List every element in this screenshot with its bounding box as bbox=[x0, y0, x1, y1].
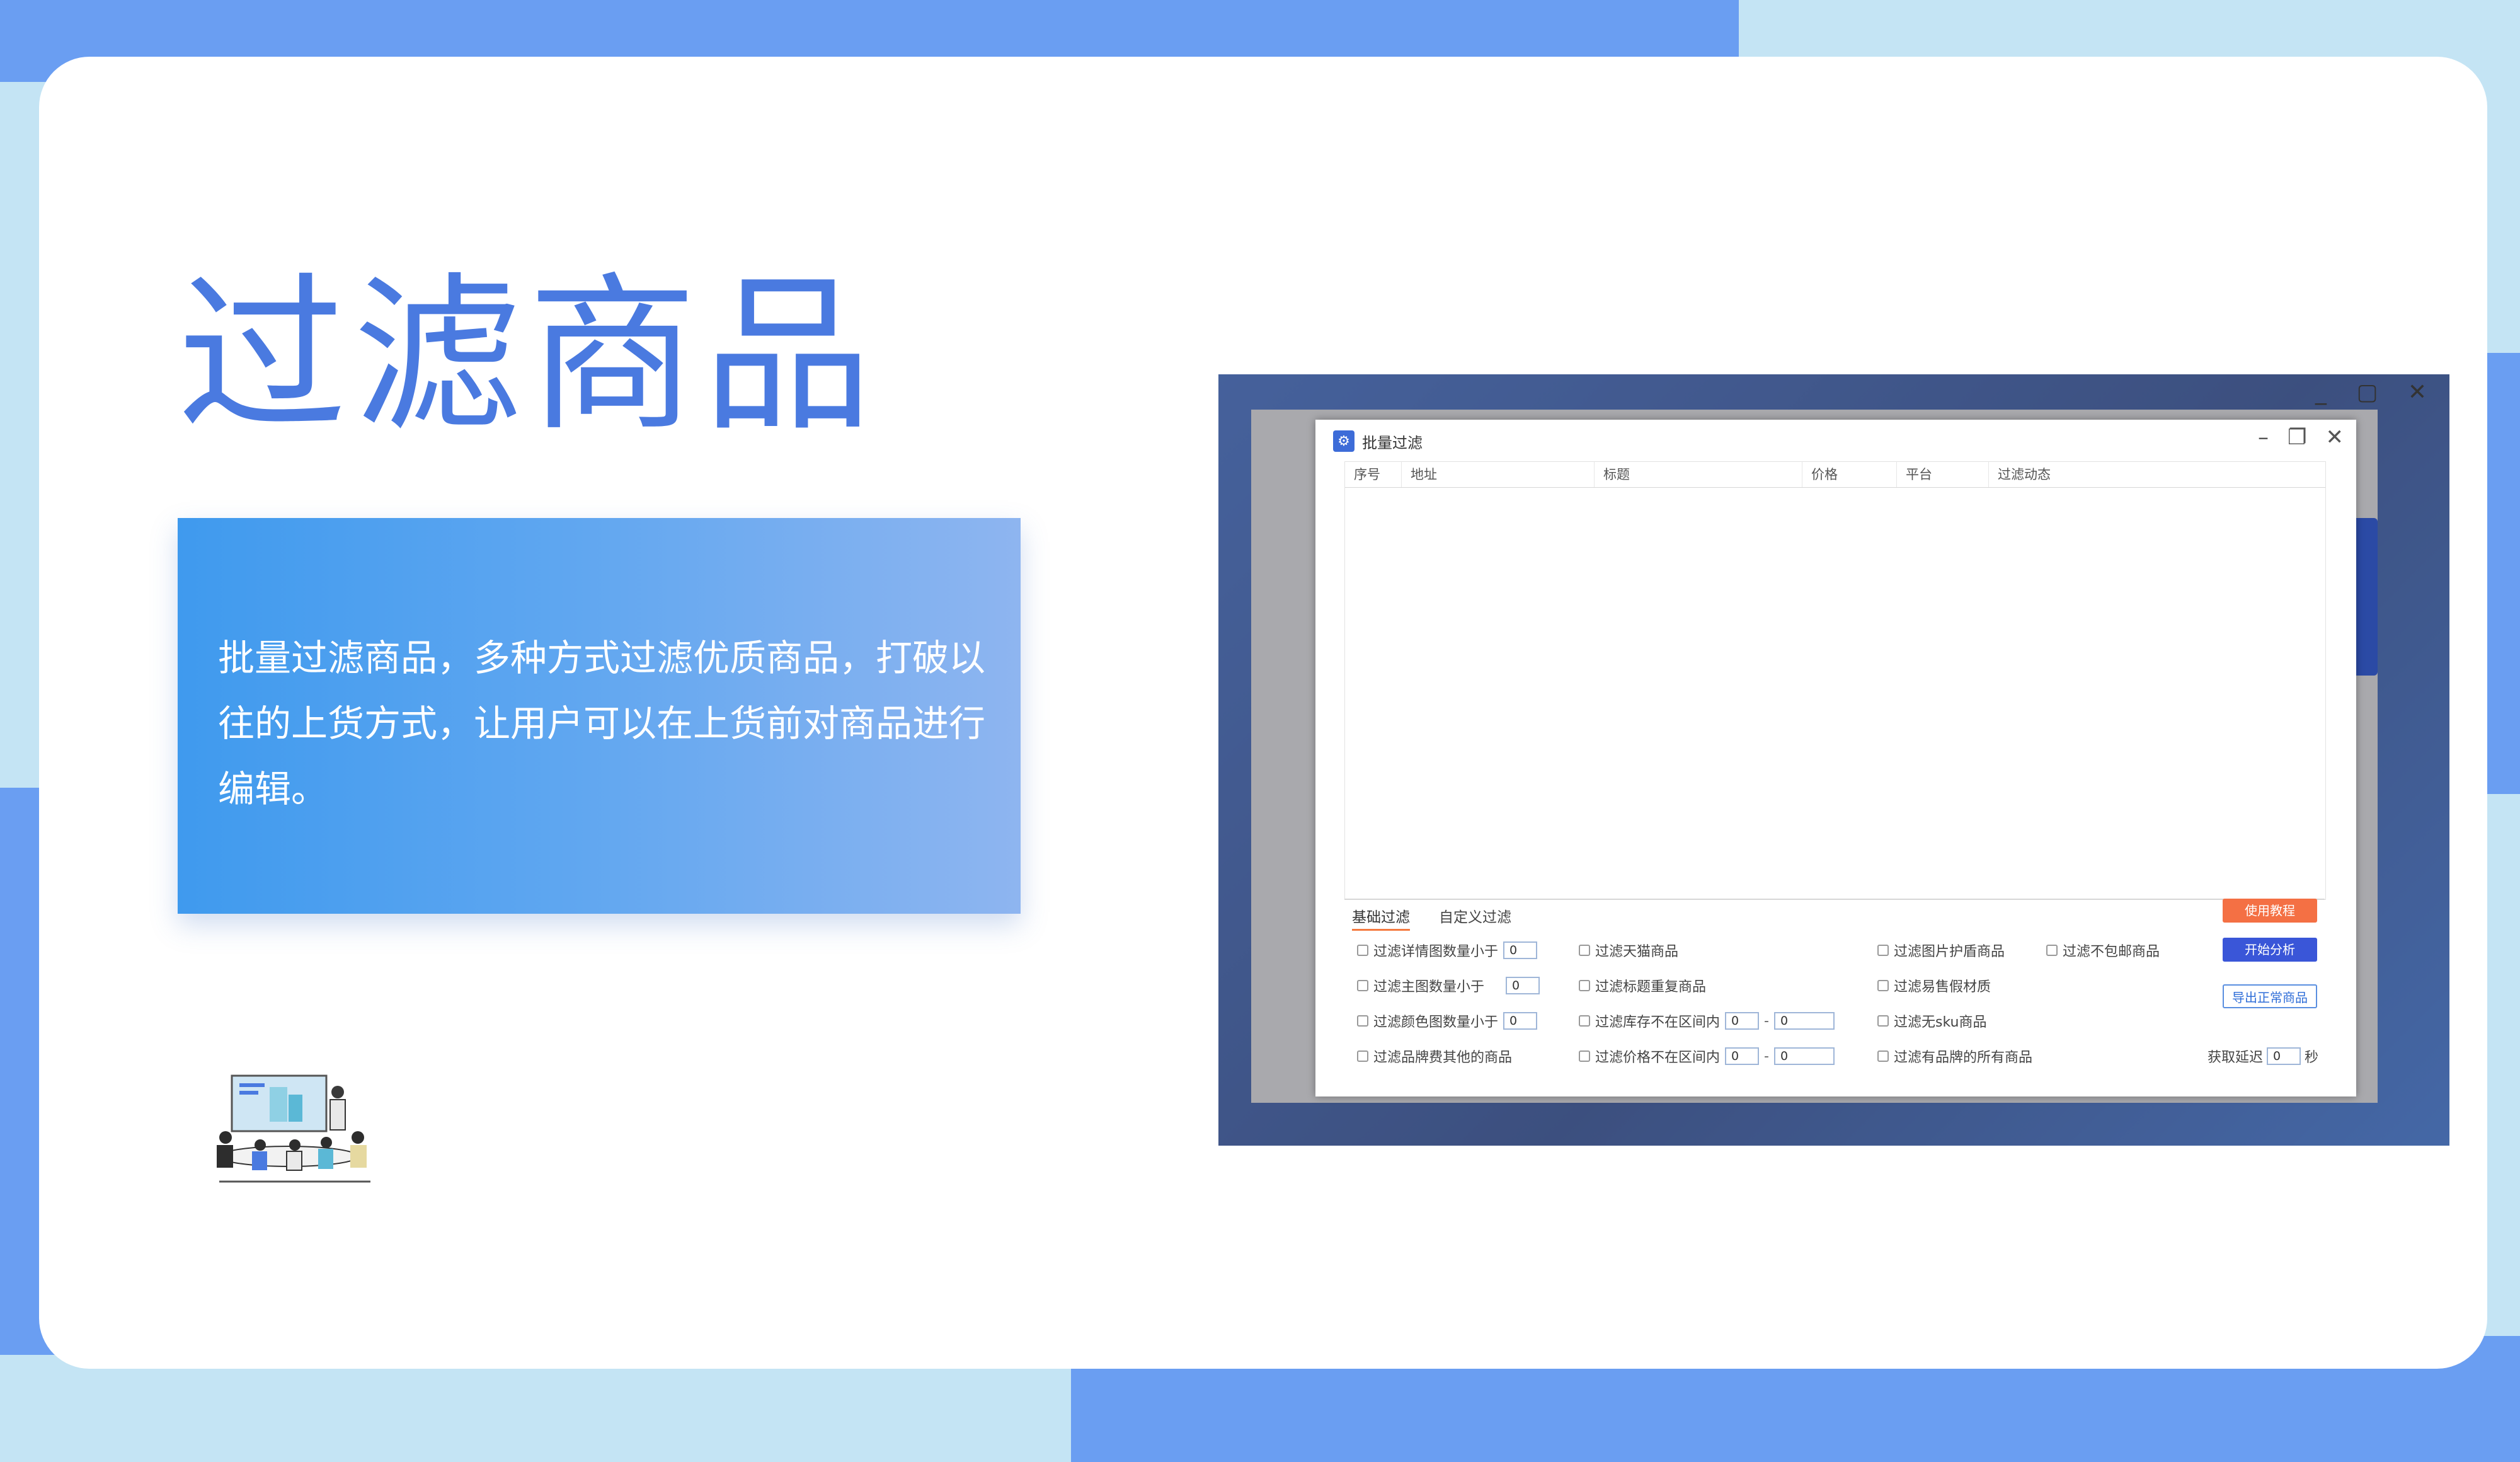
background-app-sidebar bbox=[1278, 447, 1315, 1103]
result-table: 序号 地址 标题 价格 平台 过滤动态 bbox=[1344, 461, 2326, 900]
no-sku-checkbox[interactable] bbox=[1877, 1015, 1889, 1027]
price-range-checkbox[interactable] bbox=[1579, 1050, 1590, 1062]
option-detail-img: 过滤详情图数量小于 0 bbox=[1357, 940, 1538, 960]
brand-fee-checkbox[interactable] bbox=[1357, 1050, 1368, 1062]
main-img-checkbox[interactable] bbox=[1357, 980, 1368, 991]
option-delay: 获取延迟 0 秒 bbox=[2208, 1046, 2318, 1066]
option-no-free-ship: 过滤不包邮商品 bbox=[2046, 940, 2160, 960]
stock-min-input[interactable]: 0 bbox=[1725, 1012, 1760, 1030]
option-brand-all: 过滤有品牌的所有商品 bbox=[1877, 1046, 2032, 1066]
color-img-label: 过滤颜色图数量小于 bbox=[1373, 1015, 1499, 1030]
option-main-img: 过滤主图数量小于 0 bbox=[1357, 976, 1540, 996]
option-stock-range: 过滤库存不在区间内 0 - 0 bbox=[1579, 1011, 1835, 1031]
range-dash: - bbox=[1764, 1013, 1769, 1029]
col-header-index[interactable]: 序号 bbox=[1345, 462, 1402, 487]
no-sku-label: 过滤无sku商品 bbox=[1894, 1015, 1987, 1030]
stock-range-checkbox[interactable] bbox=[1579, 1015, 1590, 1027]
option-tmall: 过滤天猫商品 bbox=[1579, 940, 1678, 960]
option-price-range: 过滤价格不在区间内 0 - 0 bbox=[1579, 1046, 1835, 1066]
delay-unit: 秒 bbox=[2305, 1050, 2319, 1066]
tmall-checkbox[interactable] bbox=[1579, 945, 1590, 956]
option-shield: 过滤图片护盾商品 bbox=[1877, 940, 2005, 960]
start-analysis-button[interactable]: 开始分析 bbox=[2223, 938, 2317, 962]
tab-custom-filter[interactable]: 自定义过滤 bbox=[1439, 905, 1511, 926]
no-free-ship-label: 过滤不包邮商品 bbox=[2063, 944, 2160, 960]
no-free-ship-checkbox[interactable] bbox=[2046, 945, 2058, 956]
brand-all-label: 过滤有品牌的所有商品 bbox=[1894, 1050, 2033, 1066]
behind-window-controls: _ ▢ ✕ bbox=[2315, 379, 2438, 405]
app-icon: ⚙ bbox=[1333, 430, 1354, 452]
brand-all-checkbox[interactable] bbox=[1877, 1050, 1889, 1062]
detail-img-input[interactable]: 0 bbox=[1503, 941, 1538, 959]
color-img-input[interactable]: 0 bbox=[1503, 1012, 1538, 1030]
option-color-img: 过滤颜色图数量小于 0 bbox=[1357, 1011, 1538, 1031]
option-no-sku: 过滤无sku商品 bbox=[1877, 1011, 1986, 1031]
dialog-title: 批量过滤 bbox=[1362, 434, 1423, 452]
col-header-address[interactable]: 地址 bbox=[1402, 462, 1595, 487]
meeting-illustration bbox=[217, 1074, 370, 1183]
dup-title-label: 过滤标题重复商品 bbox=[1595, 979, 1707, 995]
delay-label: 获取延迟 bbox=[2208, 1050, 2264, 1066]
col-header-platform[interactable]: 平台 bbox=[1897, 462, 1989, 487]
restore-icon[interactable]: ❐ bbox=[2288, 425, 2306, 450]
tmall-label: 过滤天猫商品 bbox=[1595, 944, 1679, 960]
shield-checkbox[interactable] bbox=[1877, 945, 1889, 956]
option-dup-title: 过滤标题重复商品 bbox=[1579, 976, 1706, 996]
description-box: 批量过滤商品，多种方式过滤优质商品，打破以往的上货方式，让用户可以在上货前对商品… bbox=[178, 518, 1021, 914]
minimize-icon[interactable]: – bbox=[2258, 425, 2269, 450]
app-screenshot: _ ▢ ✕ ⚙ 批量过滤 – ❐ ✕ 序号 地址 标题 价格 平台 过滤动态 基… bbox=[1218, 374, 2449, 1146]
close-icon[interactable]: ✕ bbox=[2326, 425, 2344, 450]
dup-title-checkbox[interactable] bbox=[1579, 980, 1590, 991]
price-max-input[interactable]: 0 bbox=[1773, 1047, 1835, 1065]
price-range-label: 过滤价格不在区间内 bbox=[1595, 1050, 1721, 1066]
option-brand-fee: 过滤品牌费其他的商品 bbox=[1357, 1046, 1512, 1066]
shield-label: 过滤图片护盾商品 bbox=[1894, 944, 2005, 960]
detail-img-checkbox[interactable] bbox=[1357, 945, 1368, 956]
col-header-title[interactable]: 标题 bbox=[1595, 462, 1802, 487]
tutorial-button[interactable]: 使用教程 bbox=[2223, 899, 2317, 923]
detail-img-label: 过滤详情图数量小于 bbox=[1373, 944, 1499, 960]
range-dash: - bbox=[1764, 1048, 1769, 1064]
delay-input[interactable]: 0 bbox=[2267, 1047, 2301, 1065]
dialog-window-controls: – ❐ ✕ bbox=[2258, 425, 2344, 450]
slide-title: 过滤商品 bbox=[178, 258, 878, 454]
col-header-filter-status[interactable]: 过滤动态 bbox=[1989, 462, 2325, 487]
dialog-titlebar: ⚙ 批量过滤 bbox=[1333, 427, 1423, 455]
table-header: 序号 地址 标题 价格 平台 过滤动态 bbox=[1345, 462, 2325, 488]
fake-checkbox[interactable] bbox=[1877, 980, 1889, 991]
col-header-price[interactable]: 价格 bbox=[1802, 462, 1897, 487]
fake-label: 过滤易售假材质 bbox=[1894, 979, 1991, 995]
filter-tabs: 基础过滤 自定义过滤 bbox=[1344, 899, 2325, 931]
export-normal-button[interactable]: 导出正常商品 bbox=[2223, 984, 2317, 1008]
description-text: 批量过滤商品，多种方式过滤优质商品，打破以往的上货方式，让用户可以在上货前对商品… bbox=[218, 636, 986, 810]
tab-basic-filter[interactable]: 基础过滤 bbox=[1352, 905, 1410, 931]
stock-range-label: 过滤库存不在区间内 bbox=[1595, 1015, 1721, 1030]
option-fake: 过滤易售假材质 bbox=[1877, 976, 1991, 996]
main-img-label: 过滤主图数量小于 bbox=[1373, 979, 1485, 995]
main-img-input[interactable]: 0 bbox=[1506, 977, 1540, 994]
stock-max-input[interactable]: 0 bbox=[1773, 1012, 1835, 1030]
price-min-input[interactable]: 0 bbox=[1725, 1047, 1760, 1065]
color-img-checkbox[interactable] bbox=[1357, 1015, 1368, 1027]
brand-fee-label: 过滤品牌费其他的商品 bbox=[1373, 1050, 1513, 1066]
batch-filter-dialog: ⚙ 批量过滤 – ❐ ✕ 序号 地址 标题 价格 平台 过滤动态 基础过滤 自定… bbox=[1315, 420, 2356, 1096]
